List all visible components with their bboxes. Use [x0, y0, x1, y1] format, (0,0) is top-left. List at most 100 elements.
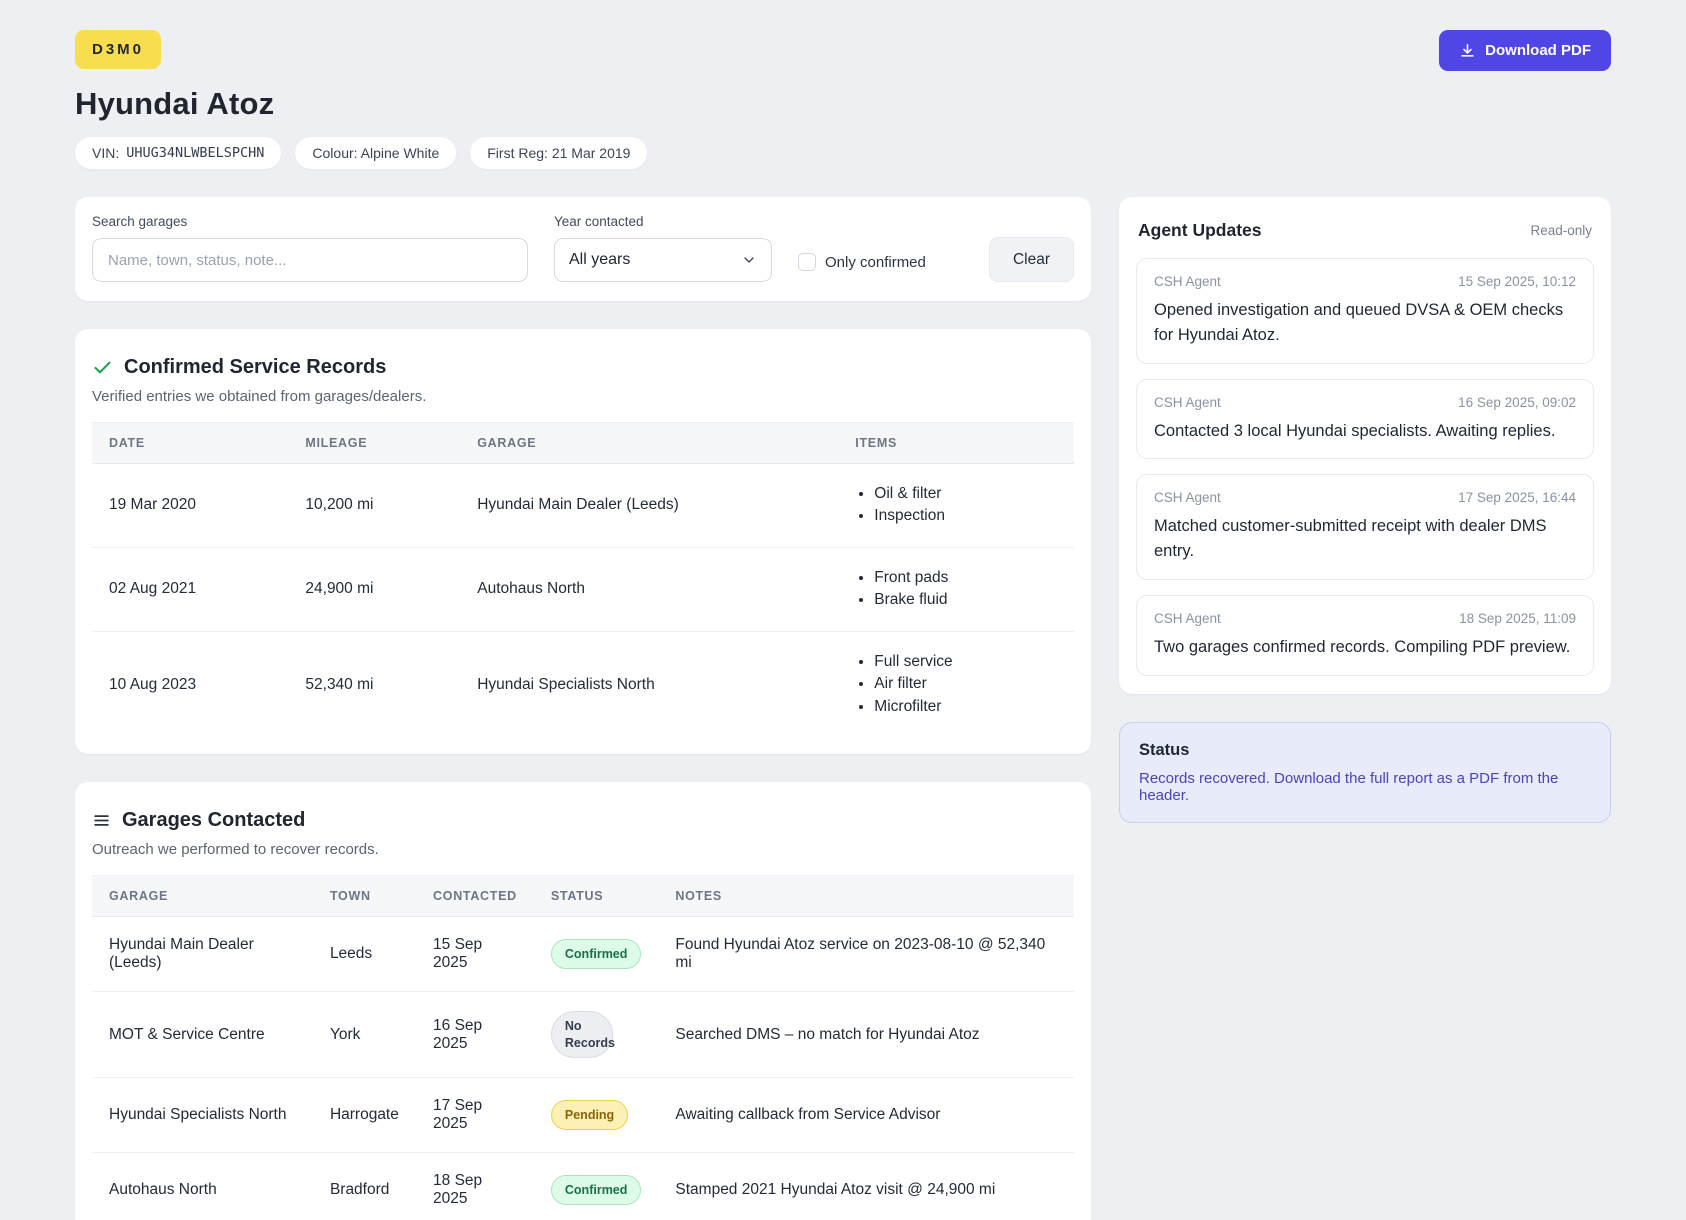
menu-lines-icon: [92, 811, 111, 830]
agent-name: CSH Agent: [1154, 610, 1221, 626]
page-title: Hyundai Atoz: [75, 86, 275, 121]
agent-message: Matched customer-submitted receipt with …: [1154, 517, 1547, 560]
vehicle-chips: VIN: UHUG34NLWBELSPCHN Colour: Alpine Wh…: [75, 137, 1611, 169]
record-date: 10 Aug 2023: [109, 675, 197, 693]
record-date: 19 Mar 2020: [92, 463, 289, 548]
download-pdf-button[interactable]: Download PDF: [1439, 30, 1611, 71]
vin-label: VIN:: [92, 145, 120, 161]
table-row: 02 Aug 2021 24,900 mi Autohaus North Fro…: [92, 547, 1074, 632]
agent-update-card: CSH Agent 16 Sep 2025, 09:02 Contacted 3…: [1136, 378, 1594, 460]
first-reg-chip: First Reg: 21 Mar 2019: [470, 137, 648, 169]
col-header-contacted: CONTACTED: [416, 875, 534, 918]
agent-updates-panel: Agent Updates Read-only CSH Agent 15 Sep…: [1119, 197, 1611, 694]
year-field-group: Year contacted All years: [554, 214, 772, 282]
table-row: MOT & Service Centre York 16 Sep 2025 No…: [92, 991, 1074, 1078]
table-row: 19 Mar 2020 10,200 mi Hyundai Main Deale…: [92, 463, 1074, 548]
record-items: Front pads Brake fluid: [838, 547, 1074, 632]
agent-update-card: CSH Agent 18 Sep 2025, 11:09 Two garages…: [1136, 594, 1594, 676]
chevron-down-icon: [741, 252, 757, 268]
agent-timestamp: 17 Sep 2025, 16:44: [1458, 490, 1576, 506]
garage-note: Found Hyundai Atoz service on 2023-08-10…: [658, 916, 1074, 993]
garage-contacted: 16 Sep 2025: [416, 991, 534, 1078]
status-badge: No Records: [550, 1011, 615, 1058]
record-item: Full service: [874, 651, 1057, 673]
record-mileage: 52,340 mi: [305, 675, 374, 693]
status-badge: Confirmed: [550, 1174, 642, 1205]
agent-timestamp: 15 Sep 2025, 10:12: [1458, 274, 1576, 289]
garages-contacted-subtitle: Outreach we performed to recover records…: [92, 841, 379, 859]
vin-chip: VIN: UHUG34NLWBELSPCHN: [75, 137, 282, 169]
header: D3M0 Download PDF: [75, 30, 1611, 71]
clear-filters-button[interactable]: Clear: [988, 237, 1074, 282]
agent-timestamp: 16 Sep 2025, 09:02: [1458, 394, 1576, 410]
filters-panel: Search garages Year contacted All years …: [75, 197, 1091, 301]
record-mileage: 10,200 mi: [288, 463, 461, 548]
table-row: Autohaus North Bradford 18 Sep 2025 Conf…: [92, 1152, 1074, 1220]
check-icon: [92, 357, 113, 378]
year-label: Year contacted: [554, 214, 644, 229]
status-badge: Confirmed: [550, 939, 642, 970]
agent-message: Two garages confirmed records. Compiling…: [1154, 637, 1571, 656]
year-select[interactable]: All years: [554, 238, 772, 282]
garage-contacted: 18 Sep 2025: [433, 1171, 483, 1207]
garage-town: Leeds: [312, 916, 417, 993]
confirmed-records-panel: Confirmed Service Records Verified entri…: [75, 329, 1091, 755]
record-garage: Hyundai Specialists North: [477, 675, 655, 693]
garage-town: Bradford: [329, 1180, 390, 1198]
col-header-items: ITEMS: [838, 422, 1074, 464]
record-garage: Hyundai Main Dealer (Leeds): [460, 463, 839, 548]
readonly-badge: Read-only: [1530, 223, 1592, 238]
garage-town: York: [312, 991, 417, 1078]
record-mileage: 24,900 mi: [288, 547, 461, 632]
record-items: Full service Air filter Microfilter: [838, 631, 1074, 737]
agent-name: CSH Agent: [1154, 274, 1221, 289]
record-item: Microfilter: [874, 696, 1057, 718]
search-label: Search garages: [92, 214, 188, 229]
status-panel: Status Records recovered. Download the f…: [1119, 721, 1611, 823]
record-item: Front pads: [874, 567, 1057, 589]
confirmed-records-subtitle: Verified entries we obtained from garage…: [92, 388, 427, 405]
vin-value: UHUG34NLWBELSPCHN: [126, 145, 265, 161]
record-item: Inspection: [874, 505, 1057, 527]
record-item: Brake fluid: [874, 589, 1057, 611]
record-item: Air filter: [874, 673, 1057, 695]
agent-update-card: CSH Agent 15 Sep 2025, 10:12 Opened inve…: [1136, 258, 1594, 364]
garage-town: Harrogate: [312, 1077, 417, 1153]
col-header-notes: NOTES: [658, 875, 1074, 918]
page: D3M0 Download PDF Hyundai Atoz VIN: UHUG…: [0, 0, 1686, 1220]
garage-name: Hyundai Specialists North: [92, 1077, 313, 1153]
main-column: Search garages Year contacted All years …: [75, 197, 1091, 1220]
record-item: Oil & filter: [874, 483, 1057, 505]
garage-note: Awaiting callback from Service Advisor: [658, 1077, 1074, 1153]
col-header-town: TOWN: [312, 875, 417, 918]
garage-note: Stamped 2021 Hyundai Atoz visit @ 24,900…: [675, 1180, 996, 1198]
table-row: Hyundai Main Dealer (Leeds) Leeds 15 Sep…: [92, 916, 1074, 993]
search-field-group: Search garages: [92, 214, 528, 282]
download-icon: [1459, 42, 1476, 59]
table-row: Hyundai Specialists North Harrogate 17 S…: [92, 1077, 1074, 1153]
garages-contacted-panel: Garages Contacted Outreach we performed …: [75, 782, 1091, 1220]
col-header-status: STATUS: [533, 875, 659, 918]
record-garage: Autohaus North: [460, 547, 839, 632]
status-title: Status: [1139, 740, 1190, 759]
garage-name: Hyundai Main Dealer (Leeds): [92, 916, 313, 993]
status-badge: Pending: [550, 1099, 629, 1130]
download-button-label: Download PDF: [1485, 42, 1591, 59]
agent-name: CSH Agent: [1154, 490, 1221, 506]
agent-message: Opened investigation and queued DVSA & O…: [1154, 301, 1564, 344]
col-header-garage: GARAGE: [92, 875, 313, 918]
search-input[interactable]: [92, 238, 528, 282]
only-confirmed-group: Only confirmed: [798, 253, 926, 271]
only-confirmed-checkbox[interactable]: [798, 253, 816, 271]
col-header-date: DATE: [92, 422, 289, 464]
garage-name: Autohaus North: [109, 1180, 217, 1198]
colour-chip: Colour: Alpine White: [295, 137, 457, 169]
agent-updates-title: Agent Updates: [1138, 220, 1262, 240]
status-message: Records recovered. Download the full rep…: [1139, 769, 1559, 804]
confirmed-records-title: Confirmed Service Records: [124, 356, 387, 378]
garage-contacted: 17 Sep 2025: [416, 1077, 534, 1153]
col-header-garage: GARAGE: [460, 422, 839, 464]
sidebar: Agent Updates Read-only CSH Agent 15 Sep…: [1119, 197, 1611, 823]
record-date: 02 Aug 2021: [92, 547, 289, 632]
agent-name: CSH Agent: [1154, 394, 1221, 410]
